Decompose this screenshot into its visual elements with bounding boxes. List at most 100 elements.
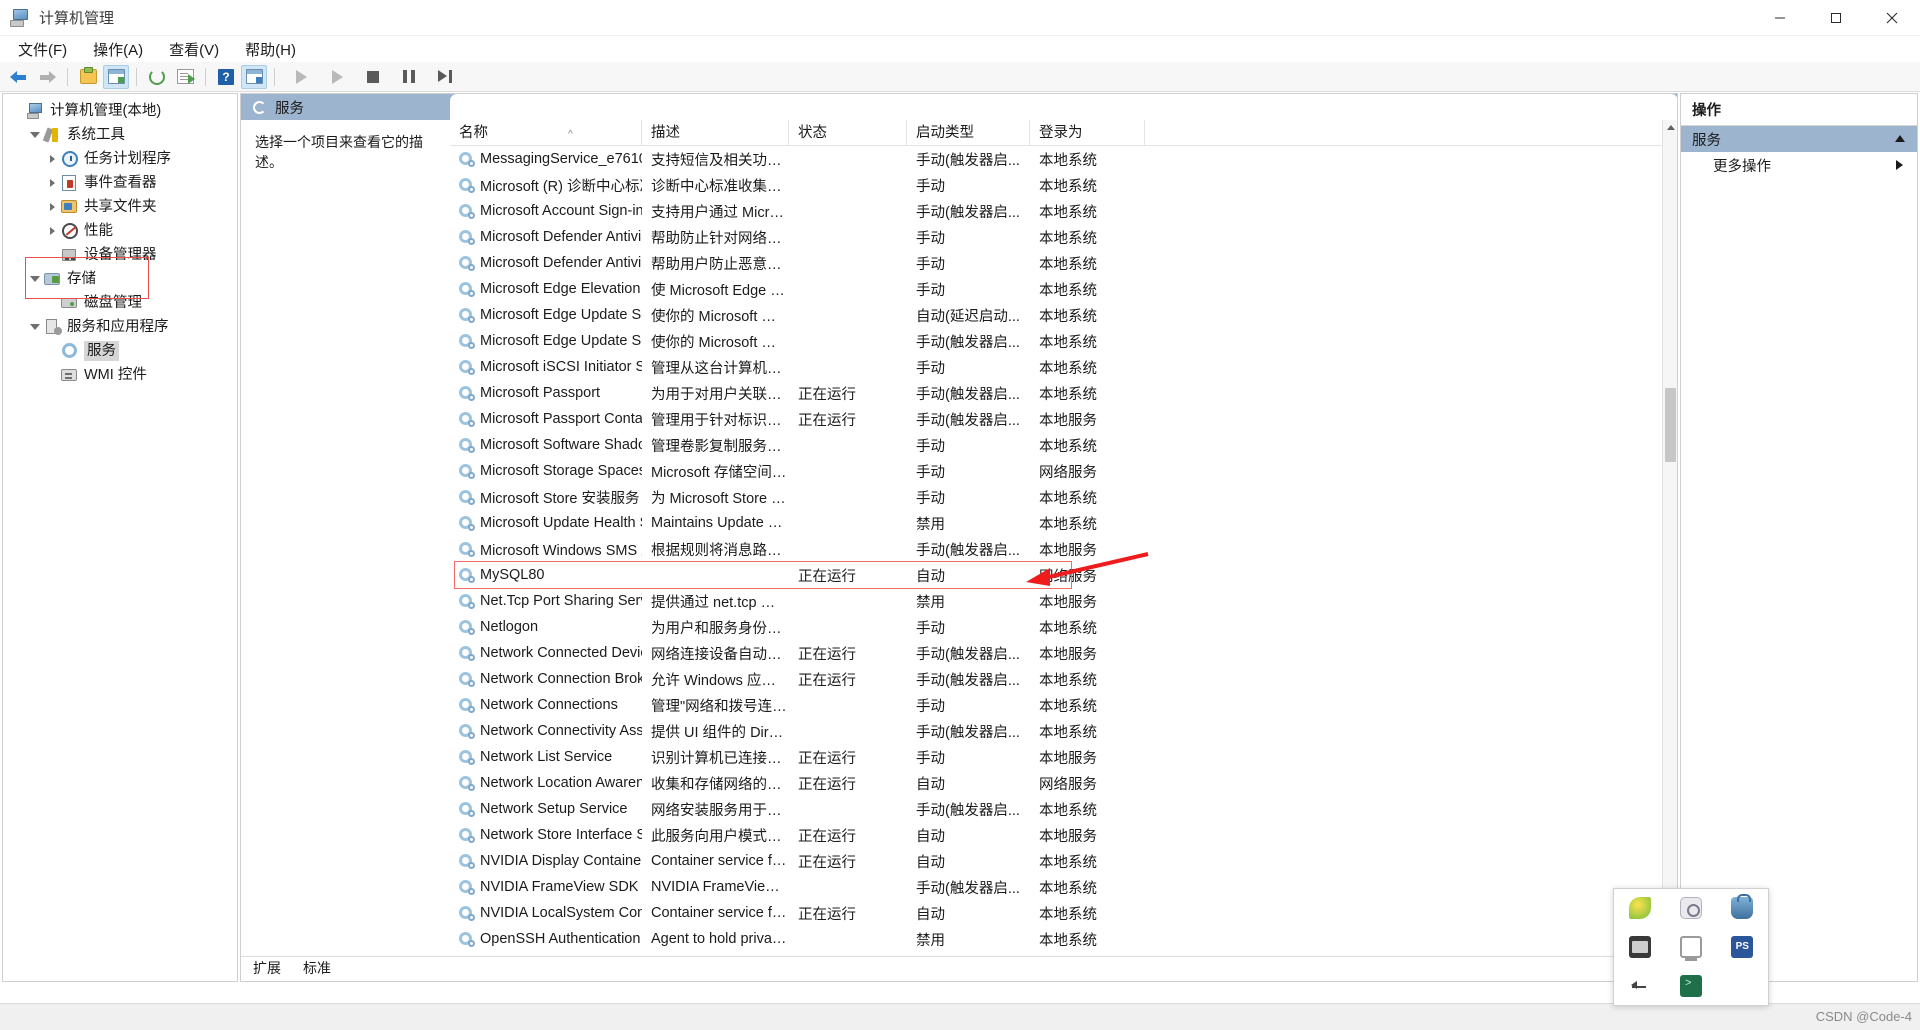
table-row[interactable]: Network Connected Devic... 网络连接设备自动安装... 正… xyxy=(450,640,1677,666)
tool-bag-button[interactable] xyxy=(1717,889,1768,928)
table-row[interactable]: Microsoft Defender Antivir... 帮助用户防止恶意软件.… xyxy=(450,250,1677,276)
table-row[interactable]: Microsoft (R) 诊断中心标准... 诊断中心标准收集器服... 手动 本地… xyxy=(450,172,1677,198)
tree-device-manager[interactable]: 设备管理器 xyxy=(3,243,237,267)
chevron-right-icon[interactable] xyxy=(43,179,61,187)
column-status[interactable]: 状态 xyxy=(789,120,907,145)
chevron-right-icon[interactable] xyxy=(43,227,61,235)
service-logon-cell: 网络服务 xyxy=(1039,568,1097,585)
tree-services[interactable]: 服务 xyxy=(3,339,237,363)
tool-monitor-button[interactable] xyxy=(1665,928,1716,967)
tree-disk-management[interactable]: 磁盘管理 xyxy=(3,291,237,315)
tree-services-and-applications[interactable]: 服务和应用程序 xyxy=(3,315,237,339)
column-log-on-as[interactable]: 登录为 xyxy=(1030,120,1145,145)
refresh-button[interactable] xyxy=(144,65,170,89)
menu-action[interactable]: 操作(A) xyxy=(81,37,155,62)
tree-system-tools[interactable]: 系统工具 xyxy=(3,123,237,147)
tree-performance[interactable]: 性能 xyxy=(3,219,237,243)
table-row[interactable]: Network Setup Service 网络安装服务用于管理... 手动(触发器… xyxy=(450,796,1677,822)
start-service-button[interactable] xyxy=(288,65,314,89)
column-description[interactable]: 描述 xyxy=(642,120,789,145)
tool-rect-capture-button[interactable] xyxy=(1614,928,1665,967)
table-row[interactable]: Microsoft Passport Container 管理用于针对标识提供..… xyxy=(450,406,1677,432)
table-row[interactable]: MessagingService_e76100 支持短信及相关功能的... 手动(触… xyxy=(450,146,1677,172)
wmi-icon xyxy=(61,367,79,383)
scrollbar-thumb[interactable] xyxy=(1665,388,1676,462)
close-button[interactable] xyxy=(1864,0,1920,36)
action-more-actions[interactable]: 更多操作 xyxy=(1681,152,1917,178)
restart-service-button[interactable] xyxy=(432,65,458,89)
table-row[interactable]: Microsoft Account Sign-in ... 支持用户通过 Micr… xyxy=(450,198,1677,224)
forward-button[interactable] xyxy=(34,65,60,89)
table-row[interactable]: Net.Tcp Port Sharing Service 提供通过 net.tcp… xyxy=(450,588,1677,614)
stop-service-button[interactable] xyxy=(360,65,386,89)
column-extra[interactable] xyxy=(1145,120,1665,145)
minimize-button[interactable] xyxy=(1752,0,1808,36)
table-row[interactable]: Microsoft Windows SMS 路... 根据规则将消息路由到... 手… xyxy=(450,536,1677,562)
tool-camera-button[interactable] xyxy=(1665,889,1716,928)
tool-arrow-button[interactable] xyxy=(1614,966,1665,1005)
table-row[interactable]: Microsoft Store 安装服务为 Microsoft Store 提.… xyxy=(450,484,1677,510)
table-row[interactable]: MySQL80 正在运行 自动 网络服务 xyxy=(450,562,1677,588)
column-log-on-as-label: 登录为 xyxy=(1039,125,1083,141)
menu-file[interactable]: 文件(F) xyxy=(6,37,79,62)
tree-task-scheduler[interactable]: 任务计划程序 xyxy=(3,147,237,171)
table-row[interactable]: Microsoft Edge Elevation S... 使 Microsoft… xyxy=(450,276,1677,302)
tool-powershell-button[interactable]: PS xyxy=(1717,928,1768,967)
service-gear-icon xyxy=(459,775,475,791)
table-row[interactable]: Network Location Awarene... 收集和存储网络的配置...… xyxy=(450,770,1677,796)
list-vertical-scrollbar[interactable] xyxy=(1662,120,1677,957)
pause-service-button[interactable] xyxy=(396,65,422,89)
actions-section-services[interactable]: 服务 xyxy=(1681,126,1917,152)
up-folder-button[interactable] xyxy=(75,65,101,89)
tree-event-viewer[interactable]: 事件查看器 xyxy=(3,171,237,195)
table-row[interactable]: Microsoft Passport 为用于对用户关联的标... 正在运行 手动(触发… xyxy=(450,380,1677,406)
table-row[interactable]: NVIDIA FrameView SDK se... NVIDIA FrameVi… xyxy=(450,874,1677,900)
table-row[interactable]: Netlogon 为用户和服务身份验证... 手动 本地系统 xyxy=(450,614,1677,640)
table-row[interactable]: Microsoft Software Shado... 管理卷影复制服务制作...… xyxy=(450,432,1677,458)
service-logon-cell: 本地系统 xyxy=(1039,386,1097,403)
table-row[interactable]: Microsoft Edge Update Ser... 使你的 Microsof… xyxy=(450,302,1677,328)
table-row[interactable]: OpenSSH Authentication ... Agent to hold … xyxy=(450,926,1677,952)
table-row[interactable]: Network Connection Broker 允许 Windows 应用商.… xyxy=(450,666,1677,692)
help-button[interactable]: ? xyxy=(213,65,239,89)
tree-wmi-control[interactable]: WMI 控件 xyxy=(3,363,237,387)
table-row[interactable]: Microsoft Storage Spaces S... Microsoft 存… xyxy=(450,458,1677,484)
tree-computer-management-local[interactable]: 计算机管理(本地) xyxy=(3,99,237,123)
column-startup-type[interactable]: 启动类型 xyxy=(907,120,1030,145)
resume-service-button[interactable] xyxy=(324,65,350,89)
service-name-cell: Network Store Interface Se... xyxy=(450,827,642,843)
show-hide-tree-button[interactable] xyxy=(103,64,129,89)
column-name[interactable]: 名称 ^ xyxy=(450,120,642,145)
menu-view[interactable]: 查看(V) xyxy=(157,37,231,62)
table-row[interactable]: NVIDIA Display Container LS Container ser… xyxy=(450,848,1677,874)
table-row[interactable]: Microsoft Update Health S... Maintains Up… xyxy=(450,510,1677,536)
chevron-down-icon[interactable] xyxy=(26,324,44,330)
chevron-down-icon[interactable] xyxy=(26,276,44,282)
back-button[interactable] xyxy=(6,65,32,89)
show-action-pane-button[interactable] xyxy=(241,64,267,89)
tool-terminal-button[interactable] xyxy=(1665,966,1716,1005)
menu-help[interactable]: 帮助(H) xyxy=(233,37,308,62)
tab-extended[interactable]: 扩展 xyxy=(241,956,291,981)
chevron-right-icon[interactable] xyxy=(43,203,61,211)
chevron-down-icon[interactable] xyxy=(26,132,44,138)
scroll-up-button[interactable] xyxy=(1663,120,1677,135)
table-row[interactable]: Microsoft Defender Antivir... 帮助防止针对网络协议.… xyxy=(450,224,1677,250)
table-row[interactable]: Network Store Interface Se... 此服务向用户模式客户.… xyxy=(450,822,1677,848)
table-row[interactable]: Microsoft Edge Update Ser... 使你的 Microsof… xyxy=(450,328,1677,354)
export-list-button[interactable] xyxy=(172,65,198,89)
tab-standard[interactable]: 标准 xyxy=(291,956,341,981)
table-row[interactable]: Microsoft iSCSI Initiator Ser... 管理从这台计算机… xyxy=(450,354,1677,380)
table-row[interactable]: NVIDIA LocalSystem Conta... Container ser… xyxy=(450,900,1677,926)
table-row[interactable]: Network List Service 识别计算机已连接的网... 正在运行 手动 本… xyxy=(450,744,1677,770)
maximize-button[interactable] xyxy=(1808,0,1864,36)
service-name-label: Network List Service xyxy=(480,749,613,765)
tool-leaf-button[interactable] xyxy=(1614,889,1665,928)
tree-storage[interactable]: 存储 xyxy=(3,267,237,291)
chevron-right-icon[interactable] xyxy=(43,155,61,163)
service-startup-cell: 自动 xyxy=(916,906,945,923)
table-row[interactable]: Network Connections 管理"网络和拨号连接"... 手动 本地系统 xyxy=(450,692,1677,718)
tree-shared-folders[interactable]: 共享文件夹 xyxy=(3,195,237,219)
table-row[interactable]: Network Connectivity Assis... 提供 UI 组件的 D… xyxy=(450,718,1677,744)
service-description-cell: 允许 Windows 应用商... xyxy=(651,672,789,689)
